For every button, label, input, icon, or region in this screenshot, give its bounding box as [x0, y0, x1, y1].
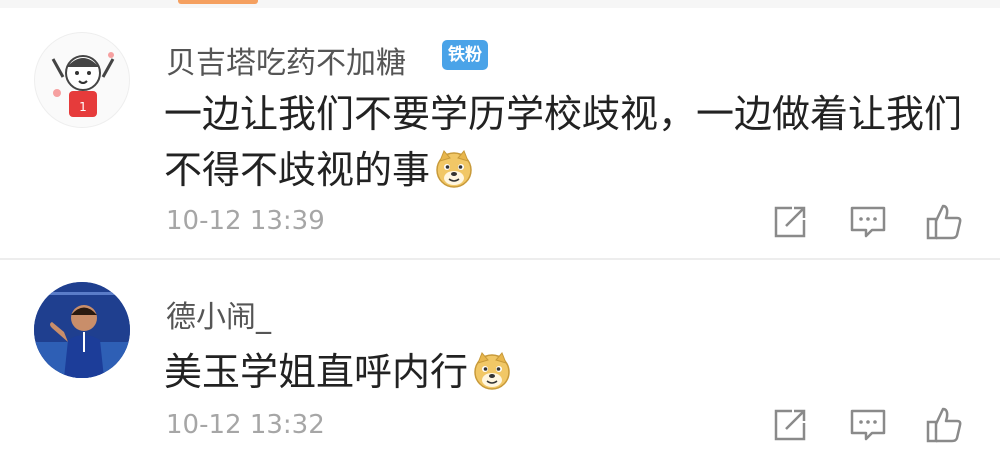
- username[interactable]: 贝吉塔吃药不加糖: [166, 38, 406, 82]
- comment-text: 美玉学姐直呼内行: [164, 344, 964, 400]
- timestamp: 10-12 13:32: [166, 410, 325, 440]
- avatar[interactable]: [34, 282, 130, 378]
- top-divider-strip: [0, 0, 1000, 8]
- username[interactable]: 德小闹_: [166, 292, 271, 336]
- share-button[interactable]: [770, 202, 810, 242]
- cartoon-avatar-icon: 1: [51, 52, 115, 117]
- comment-text-content: 美玉学姐直呼内行: [164, 350, 469, 394]
- like-button[interactable]: [924, 405, 964, 445]
- share-icon: [774, 409, 806, 441]
- like-button[interactable]: [924, 202, 964, 242]
- share-button[interactable]: [770, 405, 810, 445]
- share-icon: [774, 206, 806, 238]
- thumbs-up-icon: [926, 204, 962, 240]
- comment-text: 一边让我们不要学历学校歧视，一边做着让我们不得不歧视的事: [164, 86, 964, 198]
- comment-icon: [850, 206, 886, 238]
- thumbs-up-icon: [926, 407, 962, 443]
- timestamp: 10-12 13:39: [166, 206, 325, 236]
- comment-item: 德小闹_ 美玉学姐直呼内行 10-12 13:32: [0, 260, 1000, 457]
- comment-button[interactable]: [848, 405, 888, 445]
- top-orange-tab: [178, 0, 258, 4]
- comment-text-content: 一边让我们不要学历学校歧视，一边做着让我们不得不歧视的事: [164, 92, 963, 192]
- player-photo-avatar: [34, 282, 130, 378]
- comment-button[interactable]: [848, 202, 888, 242]
- svg-text:1: 1: [79, 100, 87, 114]
- doge-emoji-icon: [474, 352, 510, 390]
- doge-emoji-icon: [436, 150, 472, 188]
- avatar[interactable]: 1: [34, 32, 130, 128]
- comment-icon: [850, 409, 886, 441]
- fan-badge[interactable]: 铁粉: [442, 40, 488, 70]
- comment-item: 1 贝吉塔吃药不加糖 铁粉 一边让我们不要学历学校歧视，一边做着让我们不得不歧视…: [0, 16, 1000, 260]
